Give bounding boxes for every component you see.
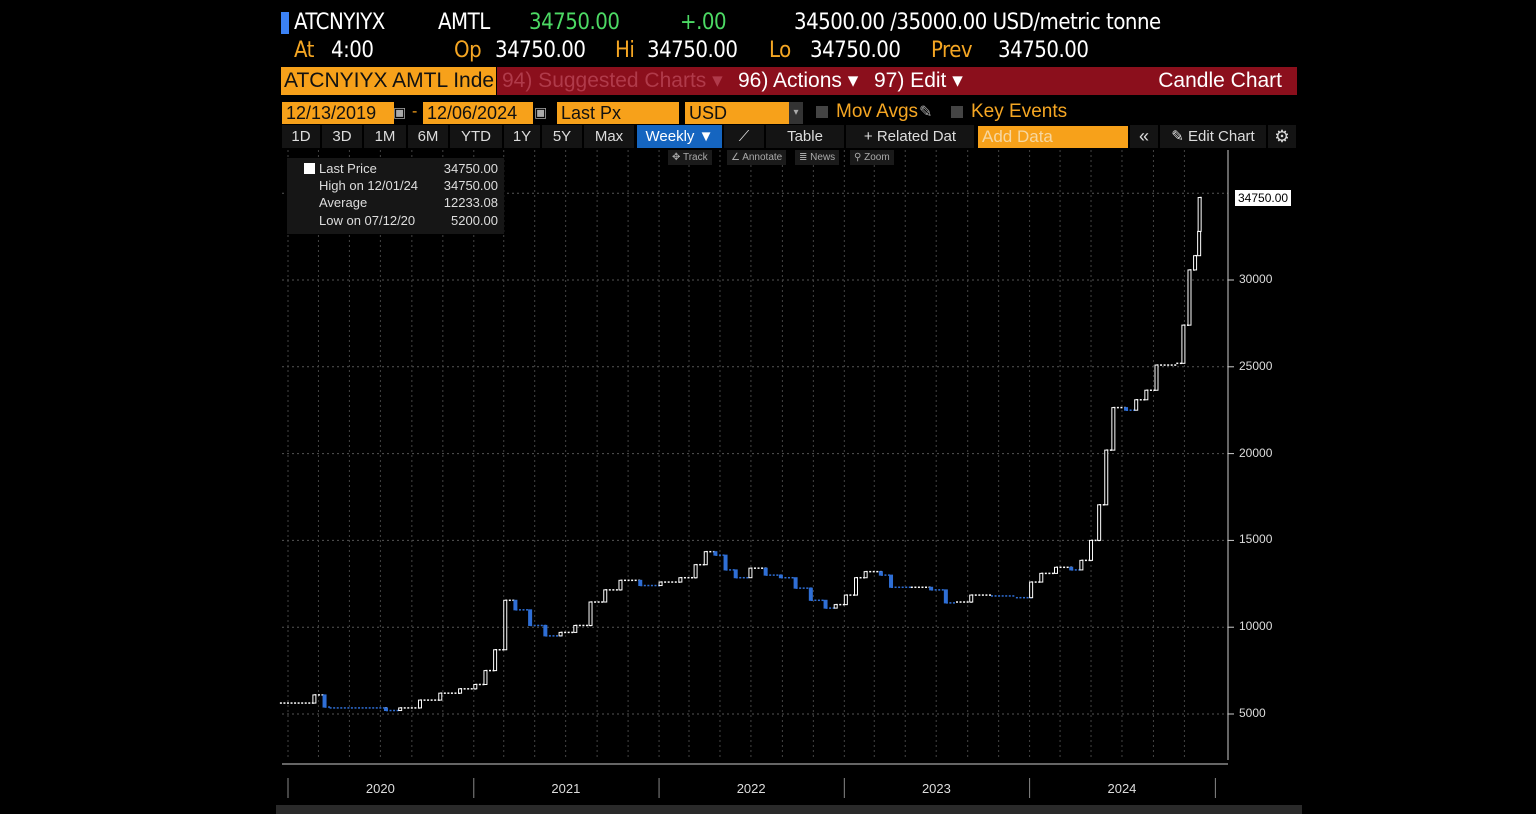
annotate-tool[interactable]: ∠ Annotate — [727, 150, 787, 165]
price-candle — [1104, 449, 1109, 506]
track-label: Track — [682, 152, 708, 163]
price-candle — [693, 564, 698, 579]
legend-label: Last Price — [319, 161, 377, 176]
price-candle — [748, 567, 753, 579]
price-candle — [1111, 407, 1116, 451]
price-candle — [1144, 389, 1149, 401]
price-candle — [1124, 407, 1129, 411]
price-candle — [618, 579, 623, 591]
price-candle — [763, 567, 768, 576]
price-candle — [1197, 197, 1202, 232]
x-tick-label: 2020 — [365, 781, 395, 796]
y-tick-label: 5000 — [1239, 706, 1266, 720]
price-candle — [1193, 255, 1198, 271]
price-candle — [1134, 399, 1139, 411]
price-candle — [778, 574, 783, 579]
x-tick-label: 2022 — [736, 781, 766, 796]
price-candle — [483, 670, 488, 685]
legend-value: 12233.08 — [443, 195, 498, 210]
price-candle — [1181, 324, 1186, 364]
bottom-scrollbar[interactable] — [276, 805, 1302, 814]
price-candle — [383, 707, 388, 712]
price-candle — [863, 571, 868, 579]
price-candle — [943, 589, 948, 604]
zoom-label: Zoom — [864, 152, 890, 163]
y-tick-label: 15000 — [1239, 532, 1273, 547]
price-candle — [713, 551, 718, 556]
price-candle — [473, 683, 478, 690]
price-candle — [493, 649, 498, 672]
x-tick-label: 2024 — [1107, 781, 1137, 796]
price-candle — [458, 688, 463, 694]
price-candle — [398, 707, 403, 712]
last-value-tag: 34750.00 — [1235, 190, 1292, 206]
price-candle — [1069, 566, 1074, 571]
price-candle — [833, 604, 838, 609]
price-candle — [808, 587, 813, 601]
y-tick-label: 20000 — [1239, 445, 1273, 460]
price-candle — [322, 694, 327, 708]
price-candle — [1053, 566, 1058, 574]
price-candle — [658, 581, 663, 587]
price-candle — [1089, 539, 1094, 561]
x-tick-label: 2021 — [551, 781, 581, 796]
price-candle — [558, 631, 563, 637]
price-candle — [417, 699, 422, 709]
y-tick-label: 25000 — [1239, 358, 1273, 373]
price-candle — [1039, 572, 1044, 583]
price-candle — [503, 599, 508, 651]
price-candle — [843, 594, 848, 606]
legend-label: Low on 07/12/20 — [319, 213, 416, 228]
price-candle — [573, 624, 578, 633]
legend-label: High on 12/01/24 — [319, 178, 419, 193]
price-candle — [733, 569, 738, 579]
legend-label: Average — [319, 195, 368, 210]
price-candle — [528, 609, 533, 626]
price-candle — [703, 551, 708, 566]
price-candle — [588, 601, 593, 626]
price-candle — [1197, 230, 1202, 257]
price-chart[interactable] — [0, 0, 1536, 814]
price-candle — [543, 624, 548, 637]
price-candle — [854, 577, 859, 596]
price-candle — [1029, 581, 1034, 599]
legend-value: 34750.00 — [443, 161, 498, 176]
zoom-tool[interactable]: ⚲ Zoom — [850, 150, 894, 165]
news-label: News — [810, 152, 836, 163]
price-candle — [438, 692, 443, 701]
legend-value: 34750.00 — [443, 178, 498, 193]
price-candle — [678, 577, 683, 583]
price-candle — [889, 574, 894, 588]
price-candle — [1079, 559, 1084, 571]
y-tick-label: 10000 — [1239, 619, 1273, 634]
annotate-label: Annotate — [742, 152, 783, 163]
news-tool[interactable]: ≣ News — [795, 150, 840, 165]
price-candle — [1154, 364, 1159, 391]
price-candle — [1187, 269, 1192, 326]
track-tool[interactable]: ✥ Track — [668, 150, 712, 165]
legend-value: 5200.00 — [451, 213, 498, 228]
legend-swatch — [304, 163, 315, 174]
price-candle — [929, 586, 934, 591]
price-candle — [312, 694, 317, 704]
price-candle — [603, 589, 608, 603]
price-candle — [878, 571, 883, 576]
price-candle — [823, 599, 828, 609]
price-candle — [723, 554, 728, 571]
x-tick-label: 2023 — [921, 781, 951, 796]
chart-legend: Last Price 34750.00 High on 12/01/24 34750… — [287, 158, 504, 234]
price-candle — [638, 579, 643, 587]
price-candle — [513, 599, 518, 611]
y-tick-label: 30000 — [1239, 272, 1273, 286]
price-candle — [969, 594, 974, 603]
price-candle — [1097, 504, 1102, 541]
price-candle — [793, 577, 798, 589]
